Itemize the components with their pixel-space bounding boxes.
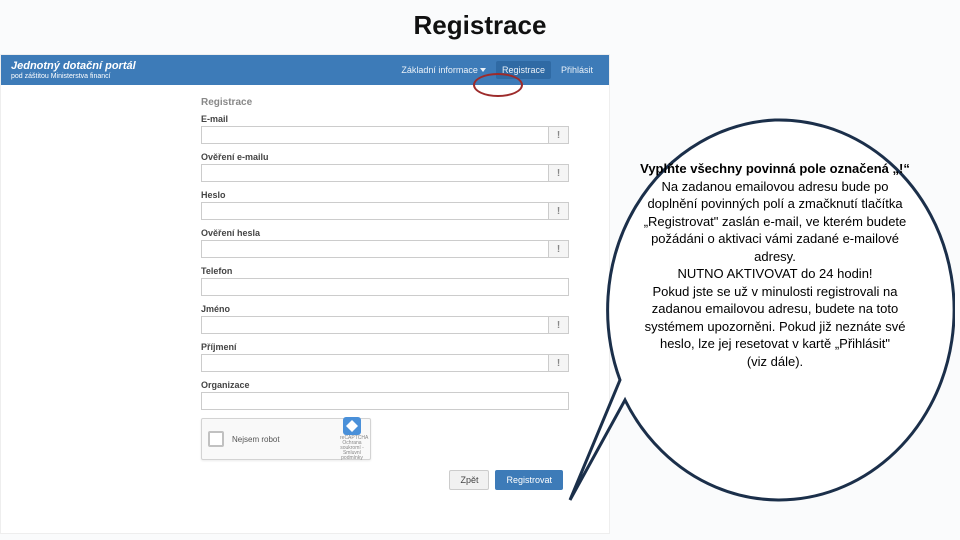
input-password[interactable] xyxy=(201,202,549,220)
panel-title: Registrace xyxy=(201,97,569,108)
speech-bubble: Vyplňte všechny povinná pole označená „!… xyxy=(565,90,955,510)
slide-title: Registrace xyxy=(0,0,960,47)
bubble-line2: Na zadanou emailovou adresu bude po dopl… xyxy=(635,178,915,266)
nav-login[interactable]: Přihlásit xyxy=(555,61,599,79)
brand: Jednotný dotační portál pod záštitou Min… xyxy=(11,60,136,80)
app-screenshot: Jednotný dotační portál pod záštitou Min… xyxy=(0,54,610,534)
back-button[interactable]: Zpět xyxy=(449,470,489,490)
brand-title: Jednotný dotační portál xyxy=(11,60,136,72)
button-row: Zpět Registrovat xyxy=(201,470,569,490)
input-email-confirm[interactable] xyxy=(201,164,549,182)
register-button[interactable]: Registrovat xyxy=(495,470,563,490)
input-lastname[interactable] xyxy=(201,354,549,372)
bubble-line4: Pokud jste se už v minulosti registroval… xyxy=(635,283,915,353)
slide: Registrace Jednotný dotační portál pod z… xyxy=(0,0,960,540)
bubble-line3: NUTNO AKTIVOVAT do 24 hodin! xyxy=(635,265,915,283)
bubble-line1: Vyplňte všechny povinná pole označená „!… xyxy=(635,160,915,178)
input-firstname[interactable] xyxy=(201,316,549,334)
nav-basic-info[interactable]: Základní informace xyxy=(395,61,492,79)
field-organization: Organizace xyxy=(201,380,569,410)
field-password: Heslo ! xyxy=(201,190,569,220)
app-topbar: Jednotný dotační portál pod záštitou Min… xyxy=(1,55,609,85)
field-phone: Telefon xyxy=(201,266,569,296)
label-password: Heslo xyxy=(201,190,569,200)
field-lastname: Příjmení ! xyxy=(201,342,569,372)
nav-register-label: Registrace xyxy=(502,65,545,75)
form-panel: Registrace E-mail ! Ověření e-mailu ! He… xyxy=(1,85,609,498)
bubble-line5: (viz dále). xyxy=(635,353,915,371)
nav-register[interactable]: Registrace xyxy=(496,61,551,79)
recaptcha-checkbox[interactable] xyxy=(208,431,224,447)
recaptcha-icon xyxy=(343,417,361,435)
field-firstname: Jméno ! xyxy=(201,304,569,334)
label-email: E-mail xyxy=(201,114,569,124)
input-password-confirm[interactable] xyxy=(201,240,549,258)
recaptcha-logo: reCAPTCHA Ochrana soukromí - Smluvní pod… xyxy=(340,417,364,461)
label-password-confirm: Ověření hesla xyxy=(201,228,569,238)
field-password-confirm: Ověření hesla ! xyxy=(201,228,569,258)
field-email-confirm: Ověření e-mailu ! xyxy=(201,152,569,182)
recaptcha-label: Nejsem robot xyxy=(232,435,340,444)
input-organization[interactable] xyxy=(201,392,569,410)
field-email: E-mail ! xyxy=(201,114,569,144)
label-phone: Telefon xyxy=(201,266,569,276)
input-email[interactable] xyxy=(201,126,549,144)
label-email-confirm: Ověření e-mailu xyxy=(201,152,569,162)
bubble-text: Vyplňte všechny povinná pole označená „!… xyxy=(635,160,915,371)
recaptcha[interactable]: Nejsem robot reCAPTCHA Ochrana soukromí … xyxy=(201,418,371,460)
top-nav: Základní informace Registrace Přihlásit xyxy=(395,61,599,79)
brand-subtitle: pod záštitou Ministerstva financí xyxy=(11,73,136,80)
nav-login-label: Přihlásit xyxy=(561,65,593,75)
nav-basic-info-label: Základní informace xyxy=(401,65,478,75)
input-phone[interactable] xyxy=(201,278,569,296)
recaptcha-terms: Ochrana soukromí - Smluvní podmínky xyxy=(340,441,364,461)
label-organization: Organizace xyxy=(201,380,569,390)
label-firstname: Jméno xyxy=(201,304,569,314)
chevron-down-icon xyxy=(480,68,486,72)
label-lastname: Příjmení xyxy=(201,342,569,352)
